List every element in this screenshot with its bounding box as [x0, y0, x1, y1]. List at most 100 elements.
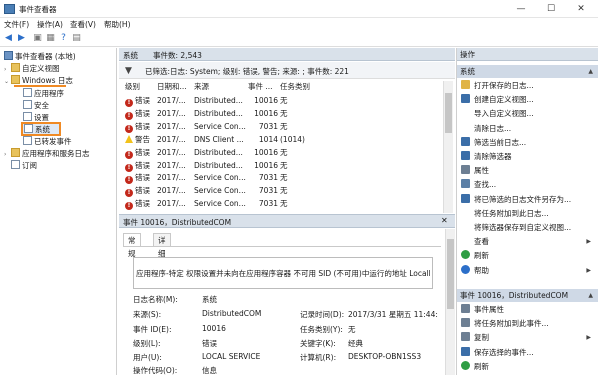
action-item[interactable]: 帮助 ▶ [461, 264, 597, 277]
cell-level: ! 错误 [125, 108, 159, 121]
tree-item-security[interactable]: 安全 [23, 100, 49, 112]
event-count: 事件数: 2,543 [153, 51, 202, 60]
action-item[interactable]: 导入自定义视图... [461, 108, 597, 120]
column-level[interactable]: 级别 [125, 81, 140, 93]
log-icon [24, 124, 33, 133]
cell-date-text: 2017/... [157, 108, 186, 118]
close-icon[interactable]: ✕ [441, 216, 448, 225]
cell-task-category: 无 [280, 108, 320, 121]
tree-root[interactable]: 事件查看器 (本地) [4, 51, 76, 63]
column-event-id[interactable]: 事件 ... [248, 81, 273, 93]
table-row[interactable]: ! 错误 2017/... Service Con... 7031 无 [123, 185, 445, 198]
menu-action[interactable]: 操作(A) [37, 19, 63, 30]
actions-section-event[interactable]: 事件 10016，DistributedCOM ▲ [457, 289, 598, 302]
action-item-label: 将筛选器保存到自定义视图... [474, 223, 572, 232]
cell-task-category: 无 [280, 121, 320, 134]
action-item[interactable]: 属性 [461, 165, 597, 177]
properties-icon[interactable]: ▤ [71, 33, 82, 44]
logged-value: 2017/3/31 星期五 11:44: [348, 310, 438, 319]
table-row[interactable]: 警告 2017/... DNS Client ... 1014 (1014) [123, 134, 445, 147]
cell-date-text: 2017/... [157, 199, 186, 209]
action-item[interactable]: 刷新 [461, 250, 597, 262]
back-icon[interactable]: ◀ [3, 33, 14, 44]
up-folder-icon[interactable]: ▣ [32, 33, 43, 44]
collapse-arrow-icon[interactable]: ⌄ [4, 76, 11, 88]
table-row[interactable]: ! 错误 2017/... Distributed... 10016 无 [123, 160, 445, 173]
log-icon [23, 112, 32, 121]
cell-event-id: 7031 [248, 121, 278, 134]
action-item[interactable]: 创建自定义视图... [461, 94, 597, 106]
action-item[interactable]: 查找... [461, 179, 597, 191]
warning-icon [125, 134, 133, 143]
column-task-category[interactable]: 任务类别 [280, 81, 310, 93]
collapse-arrow-icon[interactable]: ▲ [588, 289, 593, 302]
menu-help[interactable]: 帮助(H) [104, 19, 131, 30]
table-row[interactable]: ! 错误 2017/... Distributed... 10016 无 [123, 108, 445, 121]
tree-item-app-service-logs[interactable]: › 应用程序和服务日志 [4, 148, 90, 160]
action-item-label: 将已筛选的日志文件另存为... [474, 194, 572, 204]
cell-task-category-text: 无 [280, 108, 288, 118]
help-icon[interactable]: ? [58, 33, 69, 44]
action-item[interactable]: 事件属性 [461, 304, 597, 316]
cell-task-category-text: (1014) [280, 134, 305, 144]
actions-header: 操作 [457, 48, 598, 61]
cell-level: ! 错误 [125, 147, 159, 160]
action-item[interactable]: 将筛选器保存到自定义视图... [461, 222, 597, 234]
detail-scrollbar[interactable] [445, 229, 455, 375]
menu-file[interactable]: 文件(F) [4, 19, 29, 30]
cell-date-text: 2017/... [157, 147, 186, 157]
tab-general[interactable]: 常规 [123, 233, 141, 258]
tree-item-system[interactable]: 系统 [21, 122, 61, 136]
filter-icon [461, 136, 470, 146]
forward-icon[interactable]: ▶ [16, 33, 27, 44]
tree-item-custom-views[interactable]: › 自定义视图 [4, 63, 60, 75]
table-row[interactable]: ! 错误 2017/... Distributed... 10016 无 [123, 95, 445, 108]
actions-section-system[interactable]: 系统 ▲ [457, 65, 598, 78]
action-item[interactable]: 保存选择的事件... [461, 346, 597, 359]
cell-level: ! 错误 [125, 95, 159, 108]
action-item[interactable]: 将任务附加到此日志... [461, 208, 597, 220]
action-item[interactable]: 查看 ▶ [461, 236, 597, 248]
table-row[interactable]: ! 错误 2017/... Service Con... 7031 无 [123, 121, 445, 134]
action-item[interactable]: 复制 ▶ [461, 332, 597, 344]
column-source[interactable]: 来源 [194, 81, 209, 93]
action-item[interactable]: 打开保存的日志... [461, 80, 597, 92]
cell-date-text: 2017/... [157, 160, 186, 170]
opcode-label: 操作代码(O): [133, 366, 178, 375]
event-list: ! 错误 2017/... Distributed... 10016 无! 错误 2017/.… [123, 95, 445, 213]
action-item[interactable]: 将已筛选的日志文件另存为... [461, 193, 597, 206]
blank-icon [461, 208, 470, 217]
action-item[interactable]: 刷新 [461, 360, 597, 373]
table-row[interactable]: ! 错误 2017/... Service Con... 7031 无 [123, 172, 445, 185]
source-label: 来源(S): [133, 310, 162, 319]
menu-view[interactable]: 查看(V) [70, 19, 96, 30]
action-item[interactable]: 筛选当前日志... [461, 136, 597, 149]
event-list-scrollbar[interactable] [443, 81, 453, 213]
maximize-button[interactable]: ☐ [536, 0, 566, 18]
tree-item-subscriptions[interactable]: 订阅 [11, 160, 37, 172]
scrollbar-thumb[interactable] [447, 239, 454, 309]
cell-level-text: 错误 [135, 147, 150, 157]
minimize-button[interactable]: — [506, 0, 536, 18]
collapse-arrow-icon[interactable]: ▲ [588, 65, 593, 78]
event-description-box[interactable]: 应用程序-特定 权限设置并未向在应用程序容器 不可用 SID (不可用)中运行的… [133, 257, 433, 289]
expand-arrow-icon[interactable]: › [4, 149, 11, 161]
tab-details[interactable]: 详细信息 [153, 233, 171, 284]
cell-level-text: 错误 [135, 199, 150, 209]
tree-item-forwarded-events[interactable]: 已转发事件 [23, 136, 72, 148]
tree-item-application[interactable]: 应用程序 [23, 88, 64, 100]
action-item-label: 属性 [474, 166, 489, 176]
table-row[interactable]: ! 错误 2017/... Distributed... 10016 无 [123, 147, 445, 160]
cell-event-id-text: 10016 [254, 108, 278, 118]
scrollbar-thumb[interactable] [445, 93, 452, 133]
action-item[interactable]: 清除筛选器 [461, 151, 597, 163]
action-item[interactable]: 将任务附加到此事件... [461, 318, 597, 330]
column-date[interactable]: 日期和... [157, 81, 187, 93]
table-row[interactable]: ! 错误 2017/... Service Con... 7031 无 [123, 198, 445, 211]
close-button[interactable]: ✕ [566, 0, 596, 18]
show-hide-tree-icon[interactable]: ▦ [45, 33, 56, 44]
cell-task-category: 无 [280, 185, 320, 198]
cell-task-category-text: 无 [280, 121, 288, 131]
cell-event-id-text: 7031 [258, 173, 278, 183]
action-item[interactable]: 清除日志... [461, 123, 597, 135]
